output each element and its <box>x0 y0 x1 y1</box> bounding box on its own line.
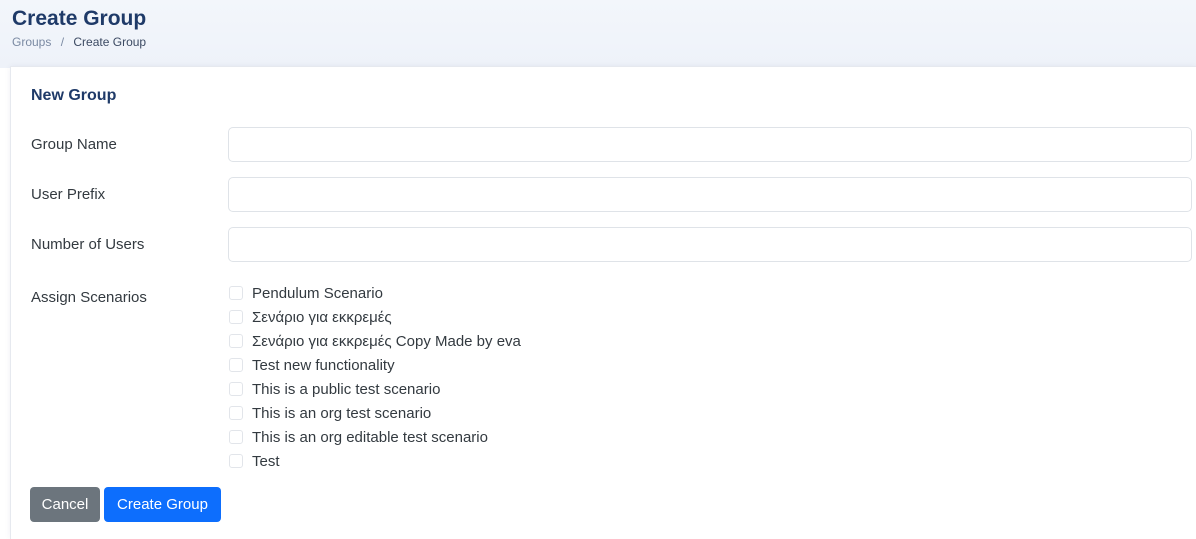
assign-scenarios-label: Assign Scenarios <box>31 289 147 306</box>
scenario-option-org-editable-test[interactable]: This is an org editable test scenario <box>229 425 521 449</box>
scenario-label: Pendulum Scenario <box>252 284 383 302</box>
scenario-option-pendulum[interactable]: Pendulum Scenario <box>229 281 521 305</box>
user-prefix-label: User Prefix <box>31 186 106 203</box>
breadcrumb-separator: / <box>60 35 65 49</box>
scenario-label: This is an org test scenario <box>252 404 432 422</box>
scenario-checkbox[interactable] <box>229 286 243 300</box>
scenario-option-greek-pendulum[interactable]: Σενάριο για εκκρεμές <box>229 305 521 329</box>
scenario-checkbox[interactable] <box>229 310 243 324</box>
scenario-checkbox[interactable] <box>229 406 243 420</box>
group-name-input[interactable] <box>228 127 1192 162</box>
scenario-option-public-test[interactable]: This is a public test scenario <box>229 377 521 401</box>
scenario-label: This is a public test scenario <box>252 380 441 398</box>
scenario-option-test[interactable]: Test <box>229 449 521 473</box>
scenario-label: Σενάριο για εκκρεμές <box>252 308 392 326</box>
scenario-checkbox[interactable] <box>229 382 243 396</box>
scenario-checkbox[interactable] <box>229 454 243 468</box>
scenario-option-greek-pendulum-copy[interactable]: Σενάριο για εκκρεμές Copy Made by eva <box>229 329 521 353</box>
scenario-label: Σενάριο για εκκρεμές Copy Made by eva <box>252 332 521 350</box>
scenario-checkbox[interactable] <box>229 334 243 348</box>
page-title: Create Group <box>12 7 147 30</box>
cancel-button[interactable]: Cancel <box>30 487 100 522</box>
group-name-label: Group Name <box>31 136 117 153</box>
scenario-option-test-new-functionality[interactable]: Test new functionality <box>229 353 521 377</box>
scenario-checkbox-list: Pendulum Scenario Σενάριο για εκκρεμές Σ… <box>229 281 521 473</box>
breadcrumb-groups-link[interactable]: Groups <box>12 35 51 49</box>
card-title: New Group <box>31 87 117 104</box>
scenario-label: Test <box>252 452 280 470</box>
scenario-label: Test new functionality <box>252 356 395 374</box>
breadcrumb: Groups / Create Group <box>12 35 146 49</box>
number-of-users-input[interactable] <box>228 227 1192 262</box>
number-of-users-label: Number of Users <box>31 236 145 253</box>
user-prefix-input[interactable] <box>228 177 1192 212</box>
page-header: Create Group Groups / Create Group <box>0 0 1196 68</box>
create-group-button[interactable]: Create Group <box>104 487 221 522</box>
breadcrumb-current: Create Group <box>73 35 147 49</box>
scenario-checkbox[interactable] <box>229 358 243 372</box>
scenario-option-org-test[interactable]: This is an org test scenario <box>229 401 521 425</box>
scenario-label: This is an org editable test scenario <box>252 428 488 446</box>
scenario-checkbox[interactable] <box>229 430 243 444</box>
new-group-card: New Group Group Name User Prefix Number … <box>10 66 1196 539</box>
